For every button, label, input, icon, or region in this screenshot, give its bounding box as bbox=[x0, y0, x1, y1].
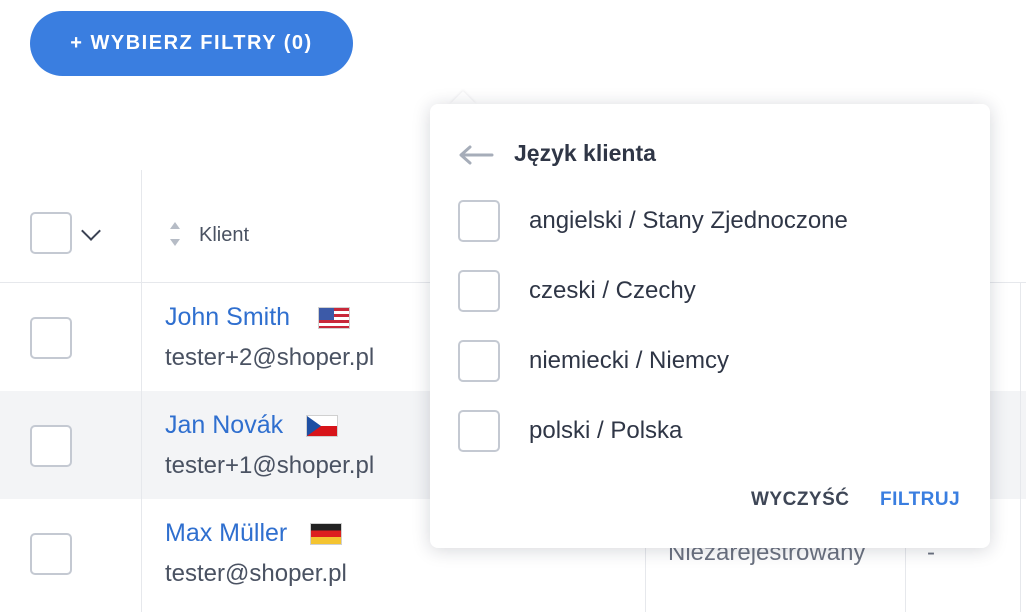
customer-email: tester+2@shoper.pl bbox=[165, 344, 375, 371]
language-option[interactable]: niemiecki / Niemcy bbox=[458, 340, 958, 384]
row-checkbox[interactable] bbox=[30, 533, 72, 575]
row-checkbox[interactable] bbox=[30, 317, 72, 359]
option-checkbox[interactable] bbox=[458, 270, 500, 312]
popup-pointer bbox=[450, 91, 476, 104]
option-label[interactable]: angielski / Stany Zjednoczone bbox=[529, 207, 848, 235]
language-option[interactable]: angielski / Stany Zjednoczone bbox=[458, 200, 958, 244]
language-option[interactable]: czeski / Czechy bbox=[458, 270, 958, 314]
column-divider bbox=[1020, 282, 1021, 612]
option-checkbox[interactable] bbox=[458, 410, 500, 452]
filter-button[interactable]: FILTRUJ bbox=[880, 489, 960, 511]
popup-title: Język klienta bbox=[514, 140, 656, 166]
de-flag-icon bbox=[310, 523, 342, 545]
select-all-checkbox[interactable] bbox=[30, 212, 72, 254]
option-label[interactable]: czeski / Czechy bbox=[529, 277, 696, 305]
customer-name-link[interactable]: John Smith bbox=[165, 303, 290, 332]
choose-filters-button[interactable]: + WYBIERZ FILTRY (0) bbox=[30, 11, 353, 76]
sort-icon[interactable] bbox=[169, 222, 181, 248]
language-option[interactable]: polski / Polska bbox=[458, 410, 958, 454]
customer-name-link[interactable]: Jan Novák bbox=[165, 411, 283, 440]
clear-button[interactable]: WYCZYŚĆ bbox=[751, 489, 850, 511]
column-divider bbox=[141, 282, 142, 612]
option-checkbox[interactable] bbox=[458, 340, 500, 382]
chevron-down-icon[interactable] bbox=[81, 221, 101, 241]
column-header-client[interactable]: Klient bbox=[199, 224, 249, 247]
header-divider bbox=[141, 170, 142, 282]
language-filter-popup: Język klienta angielski / Stany Zjednocz… bbox=[430, 104, 990, 548]
arrow-left-icon[interactable] bbox=[458, 144, 494, 166]
customer-email: tester@shoper.pl bbox=[165, 560, 347, 587]
cz-flag-icon bbox=[306, 415, 338, 437]
customer-email: tester+1@shoper.pl bbox=[165, 452, 375, 479]
option-checkbox[interactable] bbox=[458, 200, 500, 242]
us-flag-icon bbox=[318, 307, 350, 329]
option-label[interactable]: niemiecki / Niemcy bbox=[529, 347, 729, 375]
option-label[interactable]: polski / Polska bbox=[529, 417, 682, 445]
customer-name-link[interactable]: Max Müller bbox=[165, 519, 287, 548]
row-checkbox[interactable] bbox=[30, 425, 72, 467]
